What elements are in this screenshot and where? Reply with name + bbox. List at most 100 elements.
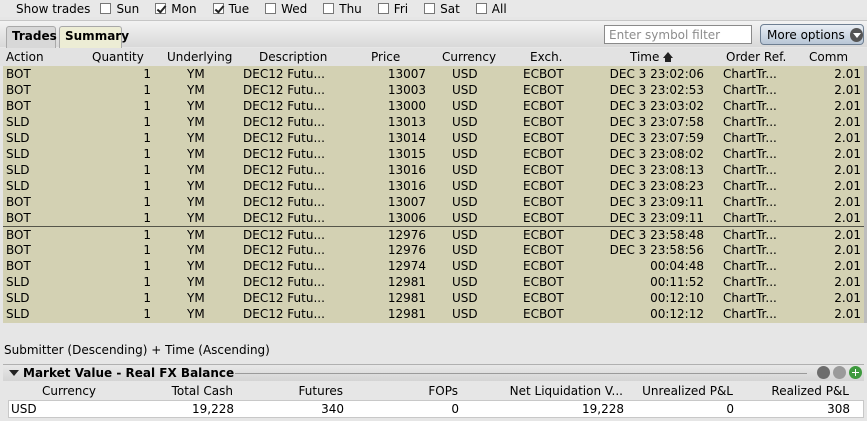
cell-description: DEC12 Futu... — [243, 83, 325, 97]
day-checkbox-thu[interactable]: Thu — [323, 2, 362, 16]
cell-time: DEC 3 23:58:48 — [609, 228, 704, 242]
cell-currency: USD — [452, 291, 478, 305]
cell-currency: USD — [452, 259, 478, 273]
settings-icon[interactable] — [833, 366, 846, 379]
cell-action: BOT — [6, 259, 31, 273]
fx-column-futures-header[interactable]: Futures — [273, 384, 343, 398]
table-row[interactable]: SLD 1 YM DEC12 Futu... 13016 USD ECBOT DEC 3 23… — [3, 162, 864, 178]
checkbox-icon[interactable] — [377, 3, 389, 14]
fx-column-net-liquidation-value: 19,228 — [582, 402, 624, 416]
table-row[interactable]: SLD 1 YM DEC12 Futu... 13015 USD ECBOT DEC 3 23… — [3, 146, 864, 162]
refresh-icon[interactable] — [817, 366, 830, 379]
cell-description: DEC12 Futu... — [243, 99, 325, 113]
cell-exchange: ECBOT — [523, 67, 564, 81]
column-header-underlying[interactable]: Underlying — [167, 50, 232, 64]
cell-time: 00:12:12 — [650, 307, 704, 321]
tab-trades[interactable]: Trades — [6, 26, 57, 48]
cell-currency: USD — [452, 115, 478, 129]
table-row[interactable]: SLD 1 YM DEC12 Futu... 13013 USD ECBOT DEC 3 23… — [3, 114, 864, 130]
column-header-comm[interactable]: Comm — [809, 50, 848, 64]
more-options-button[interactable]: More options — [760, 24, 864, 45]
add-icon[interactable] — [849, 366, 862, 379]
cell-action: BOT — [6, 83, 31, 97]
table-row[interactable]: SLD 1 YM DEC12 Futu... 12981 USD ECBOT 00:12:10… — [3, 290, 864, 306]
table-row[interactable]: BOT 1 YM DEC12 Futu... 13007 USD ECBOT DEC 3 23… — [3, 194, 864, 210]
fx-column-fops-header[interactable]: FOPs — [383, 384, 458, 398]
cell-time: DEC 3 23:58:56 — [609, 243, 704, 257]
checkbox-icon[interactable] — [212, 3, 224, 14]
cell-order-ref: ChartTr... — [723, 163, 777, 177]
cell-action: SLD — [6, 291, 30, 305]
column-header-exchange[interactable]: Exch. — [530, 50, 563, 64]
sort-status-text: Submitter (Descending) + Time (Ascending… — [4, 343, 270, 357]
cell-order-ref: ChartTr... — [723, 275, 777, 289]
checkbox-icon[interactable] — [265, 3, 277, 14]
cell-underlying: YM — [187, 115, 205, 129]
cell-exchange: ECBOT — [523, 163, 564, 177]
cell-action: SLD — [6, 179, 30, 193]
column-header-price[interactable]: Price — [371, 50, 400, 64]
table-row[interactable]: BOT 1 YM DEC12 Futu... 12974 USD ECBOT 00:04:48… — [3, 258, 864, 274]
cell-time: DEC 3 23:02:06 — [609, 67, 704, 81]
checkbox-icon[interactable] — [100, 3, 112, 14]
checkbox-icon[interactable] — [424, 3, 436, 14]
column-header-order-ref[interactable]: Order Ref. — [726, 50, 786, 64]
column-header-quantity[interactable]: Quantity — [92, 50, 144, 64]
trades-table-body: BOT 1 YM DEC12 Futu... 13007 USD ECBOT DEC 3 23… — [3, 66, 864, 323]
cell-action: BOT — [6, 228, 31, 242]
cell-quantity: 1 — [143, 83, 151, 97]
fx-column-unrealized-pnl-header[interactable]: Unrealized P&L — [633, 384, 733, 398]
column-header-action[interactable]: Action — [6, 50, 44, 64]
fx-column-realized-pnl-header[interactable]: Realized P&L — [753, 384, 849, 398]
cell-order-ref: ChartTr... — [723, 83, 777, 97]
column-header-currency[interactable]: Currency — [442, 50, 496, 64]
collapse-arrow-icon[interactable] — [9, 370, 19, 376]
checkbox-icon[interactable] — [155, 3, 167, 14]
cell-time: DEC 3 23:07:59 — [609, 131, 704, 145]
fx-column-currency-header[interactable]: Currency — [29, 384, 109, 398]
day-checkbox-wed[interactable]: Wed — [265, 2, 307, 16]
day-checkbox-sat[interactable]: Sat — [424, 2, 460, 16]
cell-currency: USD — [452, 211, 478, 225]
cell-action: SLD — [6, 147, 30, 161]
day-checkbox-all[interactable]: All — [475, 2, 507, 16]
table-row[interactable]: BOT 1 YM DEC12 Futu... 12976 USD ECBOT DEC 3 23… — [3, 226, 864, 242]
cell-currency: USD — [452, 131, 478, 145]
table-row[interactable]: BOT 1 YM DEC12 Futu... 13003 USD ECBOT DEC 3 23… — [3, 82, 864, 98]
cell-order-ref: ChartTr... — [723, 307, 777, 321]
checkbox-icon[interactable] — [475, 3, 487, 14]
cell-time: DEC 3 23:08:13 — [609, 163, 704, 177]
checkbox-icon[interactable] — [323, 3, 335, 14]
day-checkbox-mon[interactable]: Mon — [155, 2, 197, 16]
day-checkbox-fri[interactable]: Fri — [377, 2, 408, 16]
table-row[interactable]: SLD 1 YM DEC12 Futu... 13016 USD ECBOT DEC 3 23… — [3, 178, 864, 194]
day-checkbox-tue[interactable]: Tue — [212, 2, 249, 16]
table-row[interactable]: BOT 1 YM DEC12 Futu... 13006 USD ECBOT DEC 3 23… — [3, 210, 864, 226]
table-row[interactable]: SLD 1 YM DEC12 Futu... 13014 USD ECBOT DEC 3 23… — [3, 130, 864, 146]
column-header-time[interactable]: Time — [630, 50, 674, 64]
cell-quantity: 1 — [143, 147, 151, 161]
table-row[interactable]: BOT 1 YM DEC12 Futu... 12976 USD ECBOT DEC 3 23… — [3, 242, 864, 258]
cell-underlying: YM — [187, 291, 205, 305]
cell-description: DEC12 Futu... — [243, 131, 325, 145]
cell-quantity: 1 — [143, 179, 151, 193]
day-checkbox-sun[interactable]: Sun — [100, 2, 139, 16]
table-row[interactable]: SLD 1 YM DEC12 Futu... 12981 USD ECBOT 00:12:12… — [3, 306, 864, 322]
cell-quantity: 1 — [143, 275, 151, 289]
cell-action: SLD — [6, 275, 30, 289]
table-row[interactable]: SLD 1 YM DEC12 Futu... 12981 USD ECBOT 00:11:52… — [3, 274, 864, 290]
symbol-filter-input[interactable] — [604, 25, 752, 44]
column-header-description[interactable]: Description — [259, 50, 327, 64]
cell-description: DEC12 Futu... — [243, 275, 325, 289]
table-row[interactable]: BOT 1 YM DEC12 Futu... 13000 USD ECBOT DEC 3 23… — [3, 98, 864, 114]
tab-bar: Trades Summary More options — [0, 20, 867, 48]
fx-column-net-liquidation-header[interactable]: Net Liquidation V... — [498, 384, 623, 398]
fx-column-total-cash-header[interactable]: Total Cash — [123, 384, 233, 398]
table-row[interactable]: BOT 1 YM DEC12 Futu... 13007 USD ECBOT DEC 3 23… — [3, 66, 864, 82]
cell-quantity: 1 — [143, 291, 151, 305]
cell-underlying: YM — [187, 195, 205, 209]
sort-ascending-icon — [663, 52, 674, 63]
cell-exchange: ECBOT — [523, 83, 564, 97]
tab-summary[interactable]: Summary — [59, 26, 129, 48]
sort-status-bar: Submitter (Descending) + Time (Ascending… — [0, 323, 867, 361]
